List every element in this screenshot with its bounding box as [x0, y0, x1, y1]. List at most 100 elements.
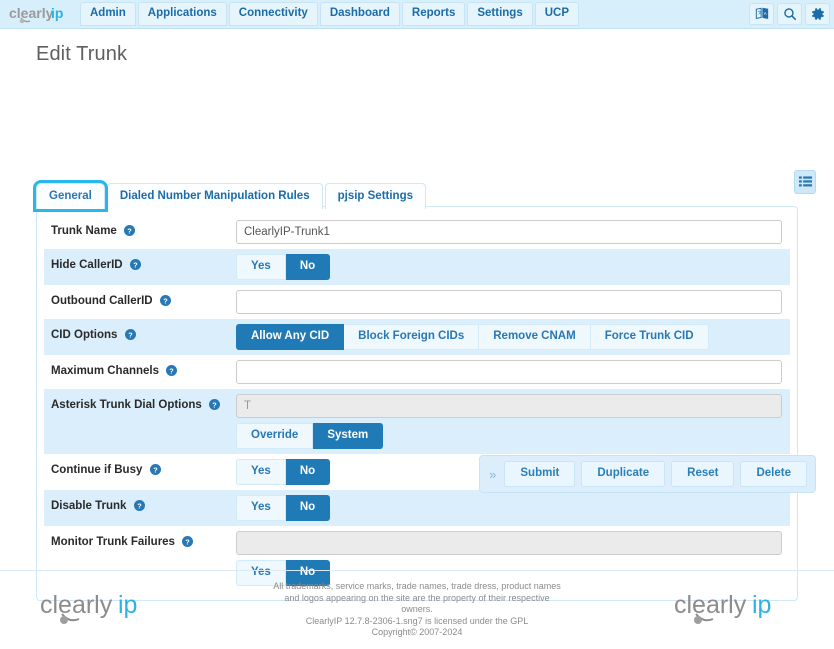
nav-item-applications[interactable]: Applications [137, 2, 227, 26]
field-hide-callerid: Yes No [236, 249, 790, 285]
cid-option-block-foreign-cids[interactable]: Block Foreign CIDs [344, 324, 480, 350]
brand-logo[interactable]: clearly ip [8, 3, 74, 25]
field-trunk-name [236, 215, 790, 249]
form-row-trunk-name: Trunk Name ? [44, 215, 790, 249]
nav-item-ucp[interactable]: UCP [534, 2, 579, 26]
settings-button[interactable] [805, 3, 830, 25]
asterisk-dial-override[interactable]: Override [236, 423, 314, 449]
field-cid-options: Allow Any CID Block Foreign CIDs Remove … [236, 319, 790, 355]
svg-text:?: ? [137, 501, 142, 510]
svg-text:?: ? [127, 226, 132, 235]
trunk-name-input[interactable] [236, 220, 782, 244]
translate-button[interactable]: A 文 [749, 3, 774, 25]
label-maximum-channels-text: Maximum Channels [51, 365, 159, 377]
help-icon-asterisk-trunk-dial-options[interactable]: ? [209, 399, 221, 414]
label-continue-if-busy: Continue if Busy ? [44, 454, 236, 479]
svg-text:?: ? [169, 366, 174, 375]
outbound-callerid-input[interactable] [236, 290, 782, 314]
duplicate-button[interactable]: Duplicate [581, 461, 666, 487]
footer-trademark-line: All trademarks, service marks, trade nam… [273, 581, 561, 614]
field-outbound-callerid [236, 285, 790, 319]
cid-options-toggle: Allow Any CID Block Foreign CIDs Remove … [236, 324, 782, 350]
svg-text:文: 文 [757, 9, 762, 16]
form-action-bar: » Submit Duplicate Reset Delete [479, 455, 816, 493]
continue-if-busy-no[interactable]: No [285, 459, 331, 485]
help-icon-outbound-callerid[interactable]: ? [159, 295, 171, 310]
cid-option-allow-any-cid[interactable]: Allow Any CID [236, 324, 345, 350]
label-disable-trunk-text: Disable Trunk [51, 500, 127, 512]
form-row-hide-callerid: Hide CallerID ? Yes No [44, 249, 790, 285]
clearlyip-logo-icon: clearly ip [40, 591, 137, 624]
tab-pjsip-settings[interactable]: pjsip Settings [324, 183, 427, 209]
label-cid-options: CID Options ? [44, 319, 236, 344]
help-icon-disable-trunk[interactable]: ? [133, 500, 145, 515]
help-icon-hide-callerid[interactable]: ? [129, 259, 141, 274]
reset-button[interactable]: Reset [671, 461, 735, 487]
label-trunk-name: Trunk Name ? [44, 215, 236, 240]
nav-item-settings[interactable]: Settings [467, 2, 533, 26]
label-outbound-callerid: Outbound CallerID ? [44, 285, 236, 310]
monitor-trunk-failures-input[interactable] [236, 531, 782, 555]
tab-dialed-number-manipulation-rules[interactable]: Dialed Number Manipulation Rules [106, 183, 323, 209]
form-row-maximum-channels: Maximum Channels ? [44, 355, 790, 389]
nav-item-connectivity[interactable]: Connectivity [228, 2, 318, 26]
form-row-outbound-callerid: Outbound CallerID ? [44, 285, 790, 319]
help-icon-monitor-trunk-failures[interactable]: ? [182, 536, 194, 551]
svg-text:?: ? [128, 330, 133, 339]
tab-general[interactable]: General [36, 183, 105, 209]
svg-text:?: ? [212, 400, 217, 409]
nav-item-admin[interactable]: Admin [80, 2, 136, 26]
panel-list-button[interactable] [794, 170, 816, 194]
nav-items: Admin Applications Connectivity Dashboar… [80, 2, 579, 26]
hide-callerid-no[interactable]: No [285, 254, 331, 280]
maximum-channels-input[interactable] [236, 360, 782, 384]
nav-item-dashboard[interactable]: Dashboard [319, 2, 400, 26]
delete-button[interactable]: Delete [740, 461, 807, 487]
footer-text: All trademarks, service marks, trade nam… [272, 581, 562, 639]
continue-if-busy-yes[interactable]: Yes [236, 459, 286, 485]
field-disable-trunk: Yes No [236, 490, 790, 526]
general-settings-panel: Trunk Name ? Hide CallerID ? Yes No [36, 206, 798, 601]
footer-logo-right: clearly ip [634, 581, 834, 629]
asterisk-trunk-dial-options-input[interactable] [236, 394, 782, 418]
svg-text:?: ? [163, 296, 168, 305]
help-icon-cid-options[interactable]: ? [124, 329, 136, 344]
label-asterisk-trunk-dial-options-text: Asterisk Trunk Dial Options [51, 399, 202, 411]
svg-text:?: ? [185, 537, 190, 546]
hide-callerid-yes[interactable]: Yes [236, 254, 286, 280]
nav-item-reports[interactable]: Reports [401, 2, 466, 26]
asterisk-dial-system[interactable]: System [313, 423, 384, 449]
footer-logo-left: clearly ip [0, 581, 200, 629]
page-footer: clearly ip All trademarks, service marks… [0, 570, 834, 639]
label-disable-trunk: Disable Trunk ? [44, 490, 236, 515]
action-expander[interactable]: » [488, 468, 498, 481]
page-title: Edit Trunk [36, 43, 128, 65]
disable-trunk-no[interactable]: No [285, 495, 331, 521]
cid-option-remove-cnam[interactable]: Remove CNAM [479, 324, 591, 350]
svg-text:ip: ip [752, 591, 771, 619]
svg-text:clearly: clearly [40, 591, 113, 619]
label-monitor-trunk-failures-text: Monitor Trunk Failures [51, 536, 175, 548]
footer-license-line: ClearlyIP 12.7.8-2306-1.sng7 is licensed… [305, 615, 529, 626]
submit-button[interactable]: Submit [504, 461, 576, 487]
search-button[interactable] [777, 3, 802, 25]
svg-text:?: ? [133, 260, 138, 269]
label-outbound-callerid-text: Outbound CallerID [51, 295, 153, 307]
svg-text:ip: ip [51, 5, 63, 21]
svg-text:ip: ip [118, 591, 137, 619]
help-icon-maximum-channels[interactable]: ? [166, 365, 178, 380]
clearlyip-logo-icon: clearly ip [9, 5, 63, 24]
search-icon [783, 8, 796, 21]
help-icon-trunk-name[interactable]: ? [124, 225, 136, 240]
hide-callerid-toggle: Yes No [236, 254, 782, 280]
disable-trunk-yes[interactable]: Yes [236, 495, 286, 521]
translate-icon: A 文 [755, 7, 768, 19]
help-icon-continue-if-busy[interactable]: ? [149, 464, 161, 479]
asterisk-trunk-dial-options-toggle: Override System [236, 423, 782, 449]
cid-option-force-trunk-cid[interactable]: Force Trunk CID [590, 324, 709, 350]
form-row-cid-options: CID Options ? Allow Any CID Block Foreig… [44, 319, 790, 355]
disable-trunk-toggle: Yes No [236, 495, 782, 521]
top-navbar: clearly ip Admin Applications Connectivi… [0, 0, 834, 29]
label-maximum-channels: Maximum Channels ? [44, 355, 236, 380]
svg-text:clearly: clearly [674, 591, 747, 619]
